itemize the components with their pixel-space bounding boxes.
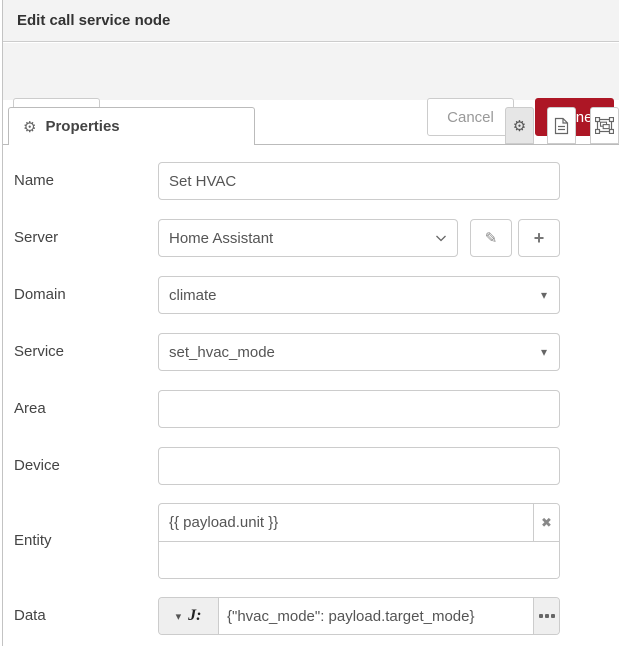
- device-input[interactable]: [158, 447, 560, 485]
- pencil-icon: ✎: [485, 229, 498, 247]
- name-input[interactable]: [158, 162, 560, 200]
- document-icon: [554, 117, 569, 135]
- cancel-button[interactable]: Cancel: [427, 98, 514, 136]
- caret-down-icon: ▾: [176, 610, 182, 623]
- domain-label: Domain: [14, 276, 66, 314]
- dialog-title: Edit call service node: [17, 0, 170, 42]
- remove-entity-button[interactable]: ✖: [533, 504, 559, 541]
- dialog-header: Edit call service node: [3, 0, 619, 42]
- server-select-value: Home Assistant: [169, 230, 273, 247]
- server-select[interactable]: Home Assistant: [158, 219, 458, 257]
- expand-expression-button[interactable]: [533, 598, 559, 634]
- entity-label: Entity: [14, 522, 52, 560]
- caret-down-icon: ▾: [541, 288, 549, 302]
- edit-dialog: Edit call service node Delete Cancel Don…: [0, 0, 619, 646]
- close-icon: ✖: [541, 515, 552, 531]
- area-label: Area: [14, 390, 46, 428]
- entity-new-row: [159, 542, 559, 578]
- name-label: Name: [14, 162, 54, 200]
- tab-properties[interactable]: ⚙ Properties: [8, 107, 255, 145]
- entity-list-item: {{ payload.unit }} ✖: [159, 504, 559, 542]
- server-label: Server: [14, 219, 58, 257]
- description-pane-button[interactable]: [547, 107, 576, 144]
- jsonata-expression-icon: J:: [188, 607, 201, 625]
- device-label: Device: [14, 447, 60, 485]
- appearance-pane-button[interactable]: [590, 107, 619, 144]
- data-typed-input: ▾ J: {"hvac_mode": payload.target_mode}: [158, 597, 560, 635]
- add-server-button[interactable]: +: [518, 219, 560, 257]
- ellipsis-icon: [539, 614, 543, 618]
- edit-server-button[interactable]: ✎: [470, 219, 512, 257]
- tab-properties-label: Properties: [45, 118, 119, 135]
- caret-down-icon: ▾: [541, 345, 549, 359]
- domain-value: climate: [169, 287, 217, 304]
- plus-icon: +: [534, 228, 545, 249]
- data-type-button[interactable]: ▾ J:: [159, 598, 219, 634]
- service-combobox[interactable]: set_hvac_mode ▾: [158, 333, 560, 371]
- object-group-icon: [595, 117, 614, 134]
- data-label: Data: [14, 597, 46, 635]
- dialog-button-bar: Delete Cancel Done: [3, 43, 619, 100]
- chevron-down-icon: [435, 235, 447, 242]
- entity-list: {{ payload.unit }} ✖: [158, 503, 560, 579]
- gear-icon: ⚙: [513, 117, 526, 135]
- domain-combobox[interactable]: climate ▾: [158, 276, 560, 314]
- service-label: Service: [14, 333, 64, 371]
- properties-pane-button[interactable]: ⚙: [505, 107, 534, 144]
- entity-value[interactable]: {{ payload.unit }}: [159, 504, 533, 541]
- entity-new-input[interactable]: [159, 542, 559, 578]
- area-input[interactable]: [158, 390, 560, 428]
- gear-icon: ⚙: [23, 118, 36, 136]
- data-value[interactable]: {"hvac_mode": payload.target_mode}: [219, 598, 533, 634]
- service-value: set_hvac_mode: [169, 344, 275, 361]
